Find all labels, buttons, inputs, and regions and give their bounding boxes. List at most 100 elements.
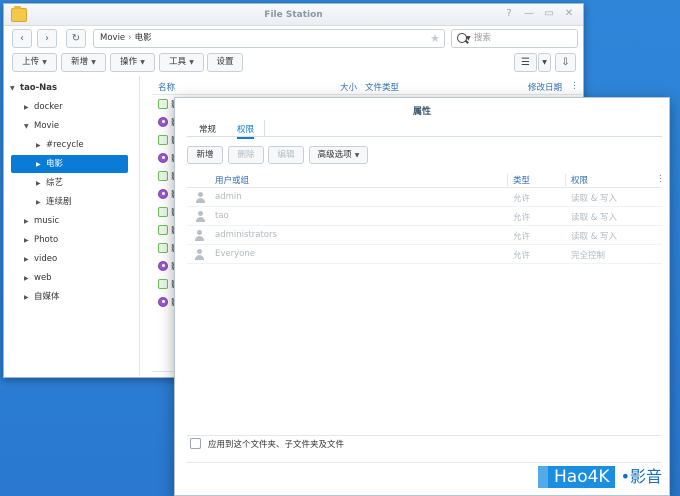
caret-right-icon[interactable]: ▶: [36, 137, 46, 155]
edit-permission-button[interactable]: 编辑: [268, 146, 304, 164]
permission-level: 读取 & 写入: [571, 194, 618, 204]
minimize-icon[interactable]: —: [523, 8, 535, 20]
tree-item-label: #recycle: [46, 140, 84, 150]
tree-item-recycle[interactable]: ▶ #recycle: [36, 136, 84, 154]
caret-right-icon[interactable]: ▶: [24, 213, 34, 231]
caret-right-icon[interactable]: ▶: [24, 99, 34, 117]
action-label: 操作: [120, 57, 138, 67]
permission-user-name: administrators: [215, 230, 277, 240]
delete-permission-button[interactable]: 删除: [228, 146, 264, 164]
caret-right-icon[interactable]: ▶: [36, 156, 46, 174]
tree-item-series[interactable]: ▶ 连续剧: [36, 193, 72, 211]
tools-button[interactable]: 工具 ▼: [159, 53, 204, 72]
list-view-icon: ☰: [521, 57, 530, 68]
caret-right-icon[interactable]: ▶: [24, 232, 34, 250]
column-options-icon[interactable]: ⋮: [570, 81, 579, 91]
divider: [187, 462, 662, 463]
caret-down-icon[interactable]: ▼: [10, 80, 20, 98]
sort-button[interactable]: ⇩: [555, 53, 576, 72]
tree-item-label: video: [34, 254, 58, 264]
create-label: 新增: [71, 57, 89, 67]
caret-right-icon[interactable]: ▶: [24, 251, 34, 269]
chevron-down-icon: ▼: [542, 59, 547, 66]
image-file-icon: [158, 207, 168, 217]
caret-right-icon[interactable]: ▶: [36, 175, 46, 193]
properties-dialog: 属性 常规 权限 新增 删除 编辑 高级选项 ▼ 用户或组 类型 权限 ⋮ adm…: [174, 97, 670, 496]
permission-type: 允许: [513, 194, 531, 204]
list-view-button[interactable]: ☰: [514, 53, 537, 72]
apply-to-subfolders-label: 应用到这个文件夹、子文件夹及文件: [208, 440, 345, 450]
chevron-down-icon: ▼: [354, 152, 360, 159]
tree-item-variety[interactable]: ▶ 综艺: [36, 174, 63, 192]
dialog-title: 属性: [412, 107, 431, 117]
video-file-icon: [158, 153, 168, 163]
path-root[interactable]: Movie: [100, 33, 125, 43]
chevron-down-icon: ▼: [91, 59, 96, 66]
tree-item-self-media[interactable]: ▶ 自媒体: [24, 288, 60, 306]
permission-row[interactable]: tao 允许 读取 & 写入: [187, 207, 662, 226]
tree-item-music[interactable]: ▶ music: [24, 212, 59, 230]
star-icon[interactable]: ★: [430, 30, 440, 47]
tab-divider: [264, 120, 265, 137]
upload-label: 上传: [22, 57, 40, 67]
watermark-part-b: •影音: [614, 466, 669, 488]
tree-item-movies-selected[interactable]: ▶ 电影: [11, 155, 128, 173]
permission-row[interactable]: admin 允许 读取 & 写入: [187, 188, 662, 207]
action-button[interactable]: 操作 ▼: [110, 53, 155, 72]
group-icon: [195, 249, 206, 260]
column-options-icon[interactable]: ⋮: [656, 174, 665, 184]
chevron-down-icon: ▼: [466, 35, 471, 42]
tree-item-label: 电影: [46, 159, 64, 169]
caret-right-icon[interactable]: ▶: [36, 194, 46, 212]
title-bar[interactable]: File Station ? — ▭ ✕: [4, 4, 583, 26]
column-size[interactable]: 大小: [340, 81, 357, 93]
permission-row[interactable]: Everyone 允许 完全控制: [187, 245, 662, 264]
tree-item-label: 综艺: [46, 178, 64, 188]
column-type[interactable]: 类型: [513, 174, 530, 186]
refresh-button[interactable]: ↻: [66, 29, 86, 48]
forward-button[interactable]: ›: [37, 29, 57, 48]
action-toolbar: 上传 ▼ 新增 ▼ 操作 ▼ 工具 ▼ 设置 ☰ ▼ ⇩: [4, 53, 583, 75]
tree-item-label: web: [34, 273, 52, 283]
create-button[interactable]: 新增 ▼: [61, 53, 106, 72]
tree-item-photo[interactable]: ▶ Photo: [24, 231, 58, 249]
search-placeholder: 搜索: [474, 33, 492, 43]
navigation-toolbar: ‹ › ↻ Movie › 电影 ★ ▼ 搜索: [4, 28, 583, 52]
caret-right-icon[interactable]: ▶: [24, 270, 34, 288]
tab-permissions[interactable]: 权限: [237, 123, 255, 139]
view-dropdown-button[interactable]: ▼: [538, 53, 551, 72]
column-permission[interactable]: 权限: [571, 174, 588, 186]
tree-item-docker[interactable]: ▶ docker: [24, 98, 63, 116]
permission-user-name: admin: [215, 192, 242, 202]
caret-down-icon[interactable]: ▼: [24, 118, 34, 136]
tree-item-label: Photo: [34, 235, 59, 245]
help-icon[interactable]: ?: [503, 8, 515, 20]
create-permission-button[interactable]: 新增: [187, 146, 223, 164]
column-modified[interactable]: 修改日期: [528, 81, 562, 93]
advanced-options-button[interactable]: 高级选项 ▼: [309, 146, 368, 164]
column-name[interactable]: 名称: [158, 81, 175, 93]
permission-user-name: Everyone: [215, 249, 255, 259]
divider: [187, 435, 662, 436]
search-input[interactable]: ▼ 搜索: [451, 29, 578, 48]
tree-item-movie[interactable]: ▼ Movie: [24, 117, 59, 135]
apply-to-subfolders-checkbox[interactable]: [190, 438, 201, 449]
tree-item-video[interactable]: ▶ video: [24, 250, 57, 268]
path-bar[interactable]: Movie › 电影 ★: [93, 29, 445, 48]
permission-rows: admin 允许 读取 & 写入 tao 允许 读取 & 写入 administrators…: [187, 188, 662, 264]
settings-button[interactable]: 设置: [207, 53, 243, 72]
maximize-icon[interactable]: ▭: [543, 8, 555, 20]
caret-right-icon[interactable]: ▶: [24, 289, 34, 307]
path-current[interactable]: 电影: [135, 33, 152, 43]
permission-row[interactable]: administrators 允许 读取 & 写入: [187, 226, 662, 245]
column-user-or-group[interactable]: 用户或组: [215, 174, 249, 186]
tree-root[interactable]: ▼ tao-Nas: [10, 79, 57, 97]
column-type[interactable]: 文件类型: [365, 81, 399, 93]
close-icon[interactable]: ✕: [563, 8, 575, 20]
back-button[interactable]: ‹: [12, 29, 32, 48]
tree-item-web[interactable]: ▶ web: [24, 269, 52, 287]
column-divider: [507, 174, 508, 186]
upload-button[interactable]: 上传 ▼: [12, 53, 57, 72]
tab-general[interactable]: 常规: [199, 123, 216, 135]
dialog-tabs: 常规 权限: [187, 120, 662, 139]
